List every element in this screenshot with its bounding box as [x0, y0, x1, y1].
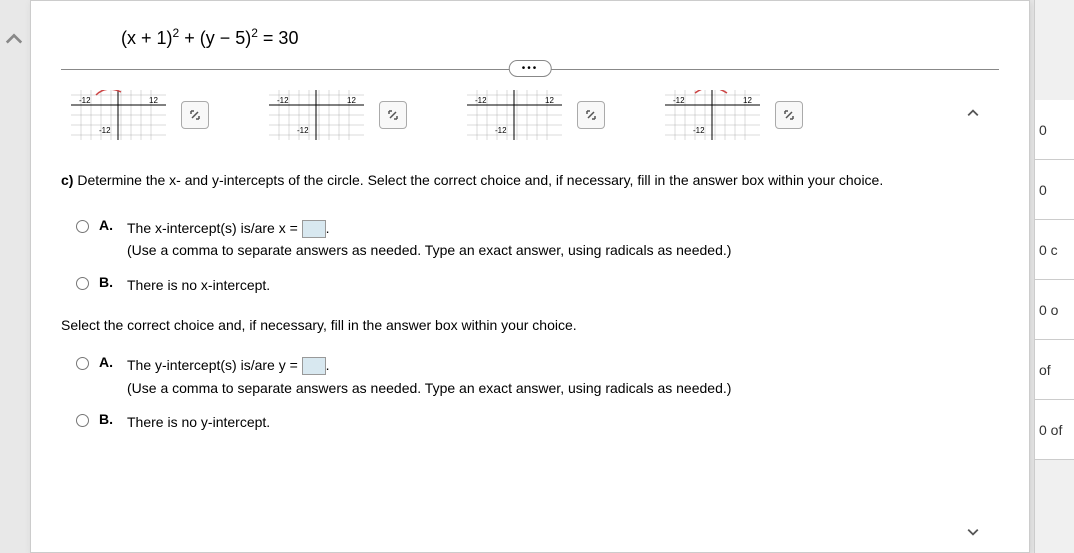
choice-label-b: B. [99, 274, 117, 290]
expand-graph-4-button[interactable] [775, 101, 803, 129]
y-intercept-radio-a[interactable] [76, 357, 89, 370]
choice-label-b: B. [99, 411, 117, 427]
y-intercept-choice-b-content: There is no y-intercept. [127, 411, 999, 433]
x-intercept-answer-box[interactable] [302, 220, 326, 238]
graph-thumbnail-4[interactable]: -12 12 -12 [665, 90, 760, 140]
sidebar-cell[interactable]: 0 o [1035, 280, 1074, 340]
sidebar-cell[interactable]: of [1035, 340, 1074, 400]
svg-text:12: 12 [149, 96, 158, 105]
choice-label-a: A. [99, 217, 117, 233]
x-intercept-choices: A. The x-intercept(s) is/are x = . (Use … [61, 206, 999, 312]
expand-icon [584, 108, 598, 122]
right-sidebar: 0 0 0 c 0 o of 0 of [1034, 0, 1074, 553]
sidebar-cell[interactable]: 0 of [1035, 400, 1074, 460]
y-intercept-radio-b[interactable] [76, 414, 89, 427]
x-intercept-radio-b[interactable] [76, 277, 89, 290]
svg-text:-12: -12 [495, 126, 507, 135]
expand-icon [782, 108, 796, 122]
question-c-text: c) Determine the x- and y-intercepts of … [61, 165, 999, 206]
ellipsis-button[interactable]: ••• [509, 60, 552, 77]
sidebar-cell[interactable]: 0 c [1035, 220, 1074, 280]
x-intercept-choice-b-content: There is no x-intercept. [127, 274, 999, 296]
choice-label-a: A. [99, 354, 117, 370]
y-intercept-choice-a-content: The y-intercept(s) is/are y = . (Use a c… [127, 354, 999, 399]
svg-text:12: 12 [743, 96, 752, 105]
scroll-up-inner-button[interactable] [967, 106, 979, 118]
svg-text:-12: -12 [693, 126, 705, 135]
scroll-down-inner-button[interactable] [967, 525, 979, 537]
x-intercept-radio-a[interactable] [76, 220, 89, 233]
sidebar-cell[interactable]: 0 [1035, 100, 1074, 160]
svg-text:-12: -12 [79, 96, 91, 105]
expand-graph-2-button[interactable] [379, 101, 407, 129]
y-intercept-choices: A. The y-intercept(s) is/are y = . (Use … [61, 343, 999, 449]
graph-thumbnail-2[interactable]: -12 12 -12 [269, 90, 364, 140]
graph-thumbnail-1[interactable]: -12 12 -12 [71, 90, 166, 140]
expand-graph-3-button[interactable] [577, 101, 605, 129]
svg-text:12: 12 [545, 96, 554, 105]
expand-icon [188, 108, 202, 122]
svg-text:-12: -12 [673, 96, 685, 105]
svg-text:-12: -12 [297, 126, 309, 135]
main-content-panel: (x + 1)2 + (y − 5)2 = 30 ••• -12 [30, 0, 1030, 553]
svg-text:12: 12 [347, 96, 356, 105]
svg-text:-12: -12 [99, 126, 111, 135]
scroll-up-button[interactable] [5, 30, 23, 48]
expand-icon [386, 108, 400, 122]
graph-thumbnails-row: -12 12 -12 [61, 75, 999, 165]
sidebar-cell[interactable]: 0 [1035, 160, 1074, 220]
instruction-2: Select the correct choice and, if necess… [61, 312, 999, 343]
y-intercept-answer-box[interactable] [302, 357, 326, 375]
expand-graph-1-button[interactable] [181, 101, 209, 129]
section-divider: ••• [61, 69, 999, 70]
x-intercept-choice-a-content: The x-intercept(s) is/are x = . (Use a c… [127, 217, 999, 262]
graph-thumbnail-3[interactable]: -12 12 -12 [467, 90, 562, 140]
svg-text:-12: -12 [277, 96, 289, 105]
svg-text:-12: -12 [475, 96, 487, 105]
